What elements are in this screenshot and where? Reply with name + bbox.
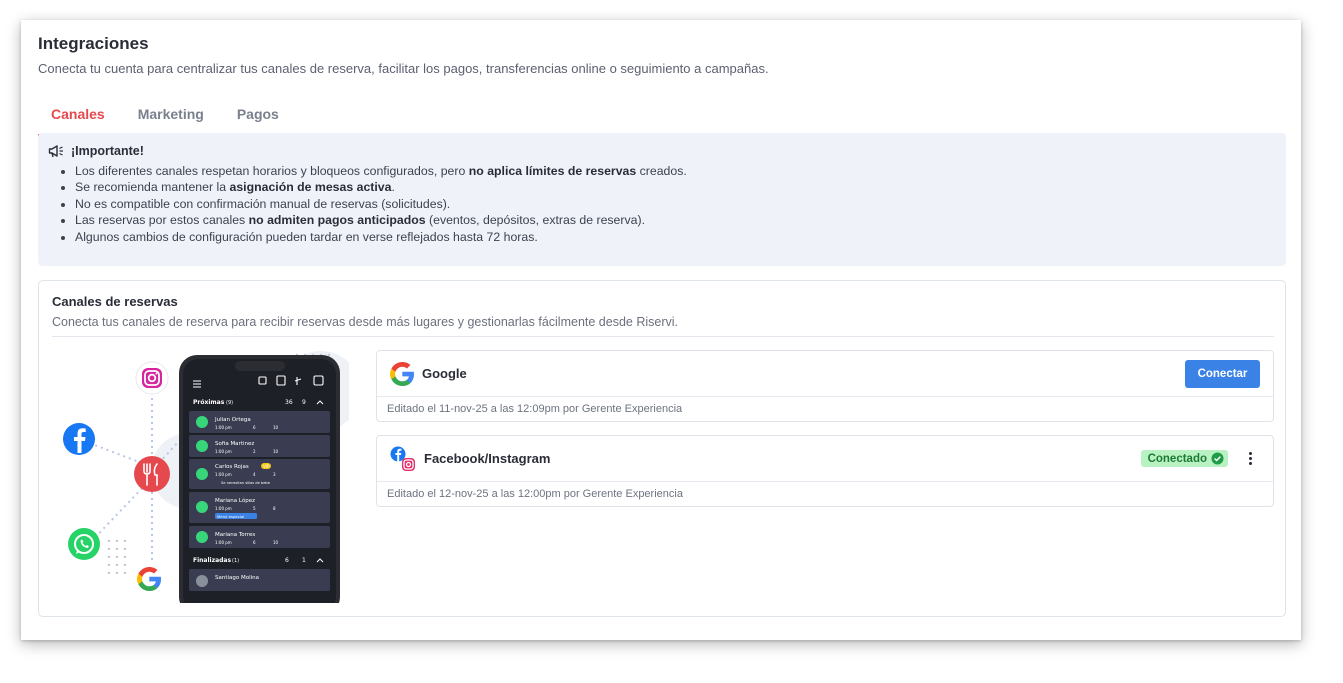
phone-row: Santiago Molina: [189, 569, 330, 591]
svg-text:10: 10: [273, 540, 279, 545]
svg-text:10: 10: [273, 425, 279, 430]
page-title: Integraciones: [38, 34, 149, 53]
channel-edited-info: Editado el 12-nov-25 a las 12:00pm por G…: [387, 488, 683, 500]
channel-facebook-instagram: Facebook/Instagram Conectado Editado el …: [376, 435, 1274, 507]
svg-text:Santiago Molina: Santiago Molina: [215, 575, 259, 581]
connected-status-badge: Conectado: [1140, 450, 1228, 467]
channel-google: Google Conectar Editado el 11-nov-25 a l…: [376, 350, 1274, 422]
notice-item: Las reservas por estos canales no admite…: [75, 212, 687, 228]
svg-text:Mariana López: Mariana López: [215, 497, 255, 504]
divider: [52, 336, 1274, 337]
svg-text:(1): (1): [232, 558, 239, 564]
channel-edited-info: Editado el 11-nov-25 a las 12:09pm por G…: [387, 403, 683, 415]
svg-text:6: 6: [285, 557, 289, 564]
more-options-icon[interactable]: [1240, 448, 1260, 470]
megaphone-icon: [48, 145, 63, 158]
svg-text:1: 1: [302, 557, 306, 564]
svg-text:Menú especial: Menú especial: [217, 514, 244, 519]
phone-section-upcoming: Próximas: [193, 399, 225, 406]
svg-text:VIP: VIP: [263, 464, 270, 469]
notice-title: ¡Importante!: [71, 144, 144, 158]
restaurant-icon: [134, 456, 170, 492]
notice-item: Los diferentes canales respetan horarios…: [75, 163, 687, 179]
notice-item: Algunos cambios de configuración pueden …: [75, 229, 687, 245]
facebook-icon: [63, 423, 95, 455]
svg-text:Carlos Rojas: Carlos Rojas: [215, 464, 249, 470]
phone-row: Carlos Rojas VIP 1:00 pm 4 3 Se necesita…: [189, 459, 330, 489]
verified-check-icon: [1211, 452, 1224, 465]
connect-google-button[interactable]: Conectar: [1185, 359, 1260, 388]
panel-subtitle: Conecta tus canales de reserva para reci…: [52, 315, 678, 329]
svg-text:36: 36: [285, 399, 293, 406]
phone-section-done: Finalizadas: [193, 557, 231, 564]
tab-bar: Canales Marketing Pagos: [38, 104, 299, 136]
svg-text:10: 10: [273, 449, 279, 454]
notice-item: Se recomienda mantener la asignación de …: [75, 179, 687, 195]
notice-header: ¡Importante!: [48, 144, 144, 158]
phone-row: Sofia Martinez 1:00 pm 2 10: [189, 435, 330, 457]
channel-name: Facebook/Instagram: [424, 451, 551, 466]
illustration-svg: Próximas (9) 36 9 Julian Ortega 1:00 pm …: [63, 351, 349, 603]
channel-google-header: Google Conectar: [377, 351, 1273, 397]
tab-pagos[interactable]: Pagos: [224, 104, 292, 136]
notice-list: Los diferentes canales respetan horarios…: [75, 163, 687, 245]
svg-text:1:00 pm: 1:00 pm: [215, 449, 232, 454]
svg-text:9: 9: [302, 399, 306, 406]
tab-marketing[interactable]: Marketing: [125, 104, 217, 136]
svg-text:1:00 pm: 1:00 pm: [215, 540, 232, 545]
channel-facebook-header: Facebook/Instagram Conectado: [377, 436, 1273, 482]
svg-text:1:00 pm: 1:00 pm: [215, 472, 232, 477]
svg-text:Mariana Torres: Mariana Torres: [215, 532, 255, 538]
instagram-icon: [135, 361, 169, 395]
svg-text:Sofia Martinez: Sofia Martinez: [215, 441, 254, 447]
svg-text:(9): (9): [226, 400, 233, 406]
notice-item: No es compatible con confirmación manual…: [75, 196, 687, 212]
svg-text:1:00 pm: 1:00 pm: [215, 425, 232, 430]
tab-canales[interactable]: Canales: [38, 104, 118, 136]
phone-row: Mariana López 1:00 pm 5 8 Menú especial: [189, 492, 330, 523]
page-subtitle: Conecta tu cuenta para centralizar tus c…: [38, 61, 769, 76]
svg-text:Se necesitan sillas de bebe: Se necesitan sillas de bebe: [221, 481, 271, 485]
important-notice: ¡Importante! Los diferentes canales resp…: [38, 133, 1286, 266]
svg-text:Julian Ortega: Julian Ortega: [214, 417, 251, 423]
channel-name: Google: [422, 366, 467, 381]
phone-row: Julian Ortega 1:00 pm 6 10: [189, 411, 330, 433]
phone-row: Mariana Torres 1:00 pm 6 10: [189, 526, 330, 548]
integrations-card: Integraciones Conecta tu cuenta para cen…: [21, 20, 1301, 640]
channels-illustration: Próximas (9) 36 9 Julian Ortega 1:00 pm …: [49, 341, 349, 603]
svg-text:1:00 pm: 1:00 pm: [215, 506, 232, 511]
whatsapp-icon: [68, 528, 100, 560]
phone-mockup: Próximas (9) 36 9 Julian Ortega 1:00 pm …: [179, 355, 340, 603]
google-icon: [137, 567, 161, 591]
panel-title: Canales de reservas: [52, 294, 178, 309]
google-icon: [390, 361, 414, 386]
booking-channels-panel: Canales de reservas Conecta tus canales …: [38, 280, 1286, 617]
facebook-instagram-icon: [390, 446, 415, 471]
